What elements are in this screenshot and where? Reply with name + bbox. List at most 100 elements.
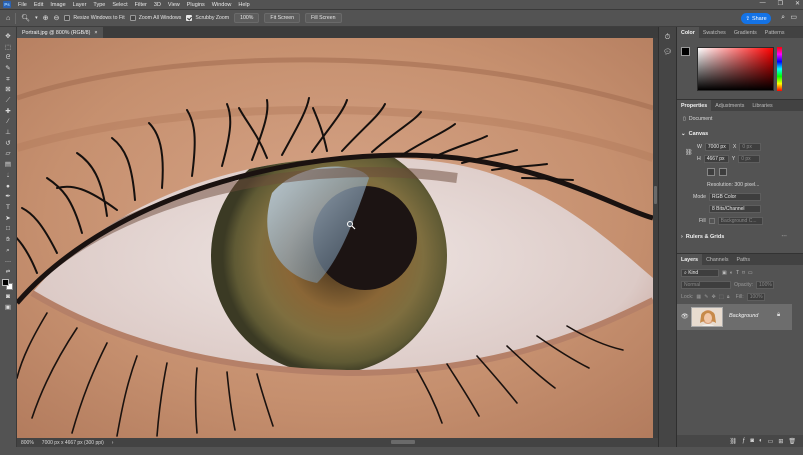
zoom-icon[interactable]: ⌕: [4, 247, 13, 255]
resize-windows-checkbox[interactable]: Resize Windows to Fit: [64, 15, 125, 21]
quick-mask-icon[interactable]: ◙: [4, 293, 13, 301]
eyedropper-icon[interactable]: ⟋: [4, 97, 13, 105]
height-field[interactable]: 4667 px: [703, 155, 729, 163]
delete-layer-icon[interactable]: 🗑︎: [788, 438, 796, 445]
tab-color[interactable]: Color: [677, 27, 699, 38]
menu-select[interactable]: Select: [112, 2, 127, 8]
foreground-color-swatch[interactable]: [681, 47, 690, 56]
menu-type[interactable]: Type: [93, 2, 105, 8]
close-tab-icon[interactable]: ×: [94, 30, 97, 36]
scrollbar-thumb[interactable]: [654, 186, 657, 204]
chevron-down-icon[interactable]: ▾: [35, 15, 38, 21]
layer-fill-field[interactable]: 100%: [746, 293, 765, 301]
history-brush-icon[interactable]: ↺: [4, 140, 13, 148]
clone-stamp-icon[interactable]: ⊥: [4, 129, 13, 137]
menu-filter[interactable]: Filter: [135, 2, 147, 8]
history-panel-icon[interactable]: ⏱: [665, 34, 670, 41]
zoom-tool-icon[interactable]: 🔍︎: [21, 15, 30, 22]
opacity-field[interactable]: 100%: [756, 281, 775, 289]
filter-icons[interactable]: ▣◐T⌑▭: [722, 270, 756, 276]
blend-mode-select[interactable]: Normal: [681, 281, 731, 289]
visibility-eye-icon[interactable]: 👁︎: [681, 313, 689, 320]
fill-swatch[interactable]: [708, 218, 715, 224]
fit-screen-button[interactable]: Fit Screen: [264, 13, 301, 23]
minimize-icon[interactable]: —: [760, 0, 766, 7]
pen-icon[interactable]: ✒: [4, 193, 13, 201]
link-layers-icon[interactable]: ⛓: [729, 438, 737, 445]
tab-gradients[interactable]: Gradients: [730, 27, 761, 38]
restore-icon[interactable]: ❐: [778, 0, 783, 7]
menu-3d[interactable]: 3D: [154, 2, 161, 8]
new-group-icon[interactable]: ▭: [768, 438, 774, 445]
move-icon[interactable]: ✥: [4, 33, 13, 41]
eraser-icon[interactable]: ▱: [4, 151, 13, 159]
portrait-icon[interactable]: [707, 168, 715, 176]
add-mask-icon[interactable]: ◙: [750, 438, 754, 444]
zoom-100-button[interactable]: 100%: [234, 13, 260, 23]
frame-icon[interactable]: ⊠: [4, 86, 13, 94]
tab-libraries[interactable]: Libraries: [748, 100, 776, 111]
landscape-icon[interactable]: [719, 168, 727, 176]
fx-icon[interactable]: ƒ: [742, 438, 745, 444]
tab-layers[interactable]: Layers: [677, 254, 703, 265]
menu-layer[interactable]: Layer: [73, 2, 87, 8]
crop-icon[interactable]: ⌗: [4, 76, 13, 84]
gradient-icon[interactable]: ▤: [4, 161, 13, 169]
zoom-all-windows-checkbox[interactable]: Zoom All Windows: [129, 15, 181, 21]
hand-icon[interactable]: ✋︎: [4, 236, 13, 244]
quick-select-icon[interactable]: ✎: [4, 65, 13, 73]
hue-slider[interactable]: [777, 47, 782, 91]
screen-mode-icon[interactable]: ▣: [4, 304, 13, 312]
menu-help[interactable]: Help: [238, 2, 249, 8]
more-icon[interactable]: …: [4, 257, 13, 265]
search-icon[interactable]: ⌕: [781, 14, 785, 21]
menu-file[interactable]: File: [18, 2, 27, 8]
rulers-section-header[interactable]: › Rulers & Grids ⋯: [681, 234, 787, 240]
layer-name[interactable]: Background: [729, 313, 758, 319]
zoom-readout[interactable]: 800%: [21, 440, 34, 446]
zoom-out-icon[interactable]: ⊖: [54, 15, 60, 22]
rectangle-icon[interactable]: □: [4, 225, 13, 233]
close-icon[interactable]: ✕: [795, 0, 800, 7]
color-swatches[interactable]: [2, 278, 14, 291]
lasso-icon[interactable]: ᘓ: [4, 54, 13, 62]
color-picker-field[interactable]: [697, 47, 774, 91]
foreground-color-swatch[interactable]: [2, 278, 9, 286]
fill-screen-button[interactable]: Fill Screen: [305, 13, 342, 23]
filter-kind-select[interactable]: ⌕ Kind: [681, 269, 719, 277]
document-tab[interactable]: Portrait.jpg @ 800% (RGB/8) ×: [17, 27, 103, 38]
type-icon[interactable]: T: [4, 204, 13, 212]
adjustment-layer-icon[interactable]: ◐: [759, 438, 763, 444]
link-icon[interactable]: ⛓: [685, 149, 693, 156]
x-field[interactable]: 0 px: [739, 143, 762, 151]
menu-plugins[interactable]: Plugins: [187, 2, 205, 8]
share-button[interactable]: ⇪ Share: [741, 13, 771, 24]
scrubby-zoom-checkbox[interactable]: Scrubby Zoom: [186, 15, 229, 21]
tab-adjustments[interactable]: Adjustments: [711, 100, 748, 111]
menu-edit[interactable]: Edit: [34, 2, 43, 8]
new-layer-icon[interactable]: ⊞: [778, 438, 783, 445]
fill-select[interactable]: Background C...: [717, 217, 763, 225]
chevron-right-icon[interactable]: ›: [112, 440, 114, 446]
canvas[interactable]: [17, 38, 653, 438]
menu-window[interactable]: Window: [212, 2, 232, 8]
home-icon[interactable]: ⌂: [6, 15, 10, 22]
lock-icons[interactable]: ▦✎✥⬚🔒︎: [696, 294, 732, 301]
blur-icon[interactable]: 💧︎: [4, 172, 13, 180]
brush-icon[interactable]: ⁄: [4, 119, 13, 127]
tab-properties[interactable]: Properties: [677, 100, 712, 111]
y-field[interactable]: 0 px: [738, 155, 761, 163]
artboard-icon[interactable]: ⬚: [4, 44, 13, 52]
tab-paths[interactable]: Paths: [732, 254, 754, 265]
tab-swatches[interactable]: Swatches: [699, 27, 730, 38]
menu-image[interactable]: Image: [50, 2, 65, 8]
layer-row-background[interactable]: 👁︎ Background 🔒︎: [677, 304, 792, 330]
more-icon[interactable]: ⋯: [781, 234, 787, 240]
tab-channels[interactable]: Channels: [702, 254, 732, 265]
healing-icon[interactable]: ✚: [4, 108, 13, 116]
horizontal-scrollbar-thumb[interactable]: [391, 440, 415, 444]
workspace-icon[interactable]: ▭: [790, 14, 797, 21]
canvas-section-header[interactable]: ⌄ Canvas: [681, 131, 708, 137]
bit-depth-select[interactable]: 8 Bits/Channel: [709, 205, 761, 213]
tab-patterns[interactable]: Patterns: [761, 27, 789, 38]
